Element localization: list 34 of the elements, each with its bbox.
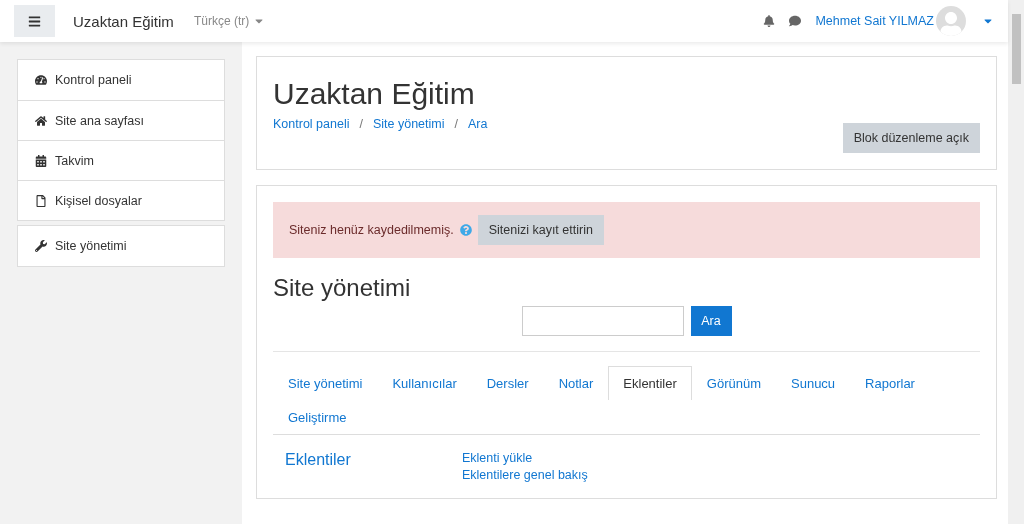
scrollbar[interactable] bbox=[1008, 0, 1024, 524]
breadcrumb-link[interactable]: Site yönetimi bbox=[372, 117, 445, 131]
tab[interactable]: Eklentiler bbox=[608, 366, 692, 400]
home-icon bbox=[35, 114, 47, 127]
sidebar-item[interactable]: Site ana sayfası bbox=[18, 100, 224, 140]
wrench-icon bbox=[35, 240, 47, 252]
breadcrumb-link[interactable]: Kontrol paneli bbox=[273, 117, 350, 131]
language-menu[interactable]: Türkçe (tr) bbox=[193, 14, 266, 28]
breadcrumb-separator: / bbox=[359, 117, 363, 131]
register-button[interactable]: Sitenizi kayıt ettirin bbox=[477, 215, 604, 245]
breadcrumb-separator: / bbox=[454, 117, 458, 131]
settings-link[interactable]: Eklenti yükle bbox=[462, 451, 588, 465]
page-title: Uzaktan Eğitim bbox=[273, 77, 476, 111]
menu-button[interactable] bbox=[14, 5, 55, 37]
sidebar-item[interactable]: Kontrol paneli bbox=[18, 60, 224, 100]
file-icon bbox=[35, 194, 47, 207]
search-field[interactable] bbox=[521, 306, 684, 336]
sidebar-item[interactable]: Takvim bbox=[18, 140, 224, 180]
sidebar-item[interactable]: Site yönetimi bbox=[18, 226, 224, 266]
category-title[interactable]: Eklentiler bbox=[285, 451, 462, 482]
breadcrumb-link[interactable]: Ara bbox=[468, 117, 488, 131]
user-name[interactable]: Mehmet Sait YILMAZ bbox=[815, 14, 934, 28]
calendar-icon bbox=[35, 154, 47, 167]
settings-link[interactable]: Eklentilere genel bakış bbox=[462, 468, 588, 482]
section-heading: Site yönetimi bbox=[273, 274, 412, 302]
sidebar-item[interactable]: Kişisel dosyalar bbox=[18, 180, 224, 220]
site-brand[interactable]: Uzaktan Eğitim bbox=[73, 12, 174, 30]
edit-blocks-button[interactable]: Blok düzenleme açık bbox=[842, 123, 980, 153]
search-button[interactable]: Ara bbox=[690, 306, 732, 336]
menu-icon bbox=[28, 14, 41, 28]
gauge-icon bbox=[35, 74, 47, 86]
bell-icon[interactable] bbox=[763, 15, 776, 27]
alert-text: Siteniz henüz kaydedilmemiş. bbox=[289, 223, 454, 237]
chat-bubble-icon[interactable] bbox=[789, 15, 802, 27]
